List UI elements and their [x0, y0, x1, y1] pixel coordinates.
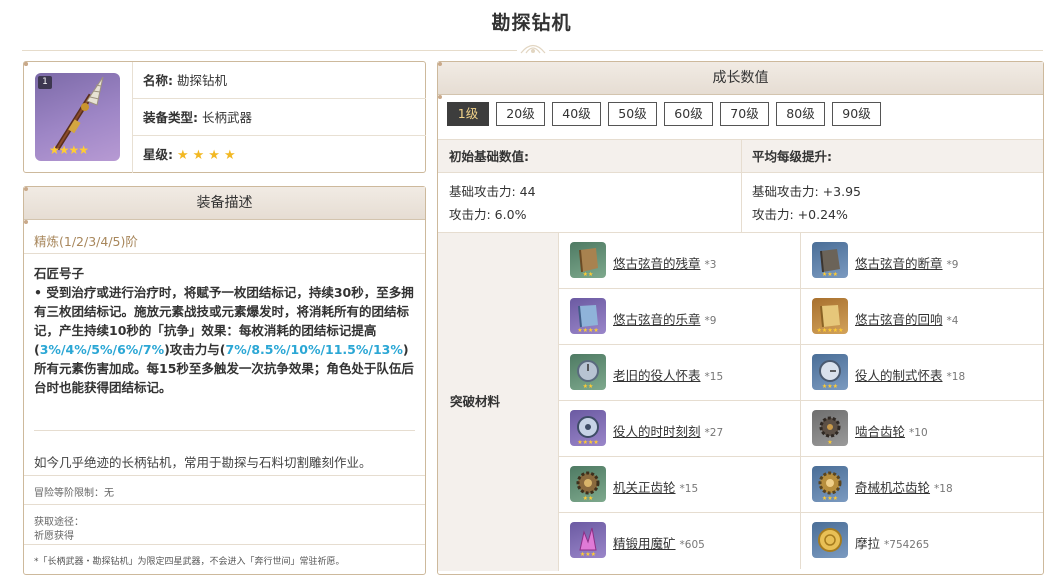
level-tab-70[interactable]: 70级 [720, 102, 769, 126]
source-value: 祈愿获得 [34, 531, 74, 542]
scroll-echo-icon: ★★★★★ [812, 298, 848, 334]
material-item[interactable]: ★★★ 奇械机芯齿轮 *18 [801, 457, 1043, 513]
ornament-emblem-icon [517, 44, 549, 54]
material-item[interactable]: ★★ 机关正齿轮 *15 [559, 457, 801, 513]
ascension-materials: 突破材料 ★★ 悠古弦音的残章 *3 ★★★ 悠古弦音的断章 *9 ★★★★ 悠古弦… [438, 232, 1043, 571]
description-panel: 装备描述 精炼(1/2/3/4/5)阶 石匠号子 • 受到治疗或进行治疗时，将赋… [23, 186, 426, 575]
passive-name: 石匠号子 [34, 266, 85, 281]
level-tabs: 1级 20级 40级 50级 60级 70级 80级 90级 [447, 102, 888, 126]
material-name[interactable]: 役人的时时刻刻 *27 [613, 421, 723, 440]
material-name[interactable]: 悠古弦音的乐章 *9 [613, 309, 716, 328]
growth-stats-header: 平均每级提升: [752, 149, 832, 164]
weapon-image: 1 ★★★★ [35, 73, 120, 161]
refinement-label: 精炼(1/2/3/4/5)阶 [34, 234, 138, 249]
material-name[interactable]: 役人的制式怀表 *18 [855, 365, 965, 384]
level-tab-50[interactable]: 50级 [608, 102, 657, 126]
old-pocket-watch-icon: ★★ [570, 354, 606, 390]
material-name: 摩拉 *754265 [855, 536, 930, 551]
material-item[interactable]: 摩拉 *754265 [801, 513, 1043, 569]
weapon-info-panel: 1 ★★★★ 名称: 勘探钻机 装备类型: 长柄武器 星级: ★★★★ [23, 61, 426, 173]
meshing-gear-icon: ★ [812, 410, 848, 446]
level-tab-90[interactable]: 90级 [832, 102, 881, 126]
level-tab-80[interactable]: 80级 [776, 102, 825, 126]
rarity-stars: ★★★★ [176, 148, 240, 163]
standard-pocket-watch-icon: ★★★ [812, 354, 848, 390]
material-name[interactable]: 悠古弦音的回响 *4 [855, 309, 958, 328]
materials-label: 突破材料 [438, 233, 559, 571]
growth-atk: 基础攻击力: +3.95 [752, 184, 861, 199]
info-row-rarity: 星级: ★★★★ [143, 147, 240, 163]
material-item[interactable]: ★★★★★ 悠古弦音的回响 *4 [801, 289, 1043, 345]
material-name[interactable]: 老旧的役人怀表 *15 [613, 365, 723, 384]
material-name[interactable]: 悠古弦音的残章 *3 [613, 253, 716, 272]
material-name[interactable]: 悠古弦音的断章 *9 [855, 253, 958, 272]
material-item[interactable]: ★★★★ 役人的时时刻刻 *27 [559, 401, 801, 457]
mora-icon [812, 522, 848, 558]
title-ornament [22, 40, 1043, 54]
mechanism-gear-icon: ★★★ [812, 466, 848, 502]
material-item[interactable]: ★★★ 役人的制式怀表 *18 [801, 345, 1043, 401]
source-label: 获取途径： [34, 517, 84, 528]
material-item[interactable]: ★★★★ 悠古弦音的乐章 *9 [559, 289, 801, 345]
scroll-movement-icon: ★★★★ [570, 298, 606, 334]
description-header: 装备描述 [24, 187, 425, 220]
base-stats-header: 初始基础数值: [449, 149, 529, 164]
info-row-type: 装备类型: 长柄武器 [133, 99, 426, 136]
material-name[interactable]: 啮合齿轮 *10 [855, 421, 928, 440]
level-tab-1[interactable]: 1级 [447, 102, 489, 126]
level-tab-20[interactable]: 20级 [496, 102, 545, 126]
timepiece-icon: ★★★★ [570, 410, 606, 446]
level-tab-60[interactable]: 60级 [664, 102, 713, 126]
scroll-broken-icon: ★★★ [812, 242, 848, 278]
limited-note: *「长柄武器・勘探钻机」为限定四星武器，不会进入「奔行世间」常驻祈愿。 [34, 557, 345, 567]
base-substat: 攻击力: 6.0% [449, 207, 527, 222]
growth-header: 成长数值 [438, 62, 1043, 95]
mystic-ore-icon: ★★★ [570, 522, 606, 558]
material-item[interactable]: ★★★ 精锻用魔矿 *605 [559, 513, 801, 569]
material-item[interactable]: ★★★ 悠古弦音的断章 *9 [801, 233, 1043, 289]
flavor-text: 如今几乎绝迹的长柄钻机，常用于勘探与石料切割雕刻作业。 [34, 455, 372, 470]
weapon-type: 长柄武器 [201, 110, 252, 125]
growth-panel: 成长数值 1级 20级 40级 50级 60级 70级 80级 90级 初始基础… [437, 61, 1044, 575]
material-item[interactable]: ★★ 老旧的役人怀表 *15 [559, 345, 801, 401]
material-name[interactable]: 精锻用魔矿 *605 [613, 533, 705, 552]
image-rarity-stars: ★★★★ [49, 143, 89, 157]
page-title: 勘探钻机 [491, 12, 572, 34]
base-atk: 基础攻击力: 44 [449, 184, 536, 199]
weapon-name: 勘探钻机 [176, 73, 227, 88]
scroll-fragment-icon: ★★ [570, 242, 606, 278]
material-item[interactable]: ★★ 悠古弦音的残章 *3 [559, 233, 801, 289]
spur-gear-icon: ★★ [570, 466, 606, 502]
adventure-rank-limit: 冒险等阶限制：无 [34, 488, 114, 499]
growth-substat: 攻击力: +0.24% [752, 207, 848, 222]
passive-description: • 受到治疗或进行治疗时，将赋予一枚团结标记，持续30秒，至多拥有三枚团结标记。… [34, 285, 414, 395]
material-item[interactable]: ★ 啮合齿轮 *10 [801, 401, 1043, 457]
info-row-name: 名称: 勘探钻机 [133, 62, 426, 99]
material-name[interactable]: 机关正齿轮 *15 [613, 477, 698, 496]
level-tab-40[interactable]: 40级 [552, 102, 601, 126]
material-name[interactable]: 奇械机芯齿轮 *18 [855, 477, 953, 496]
